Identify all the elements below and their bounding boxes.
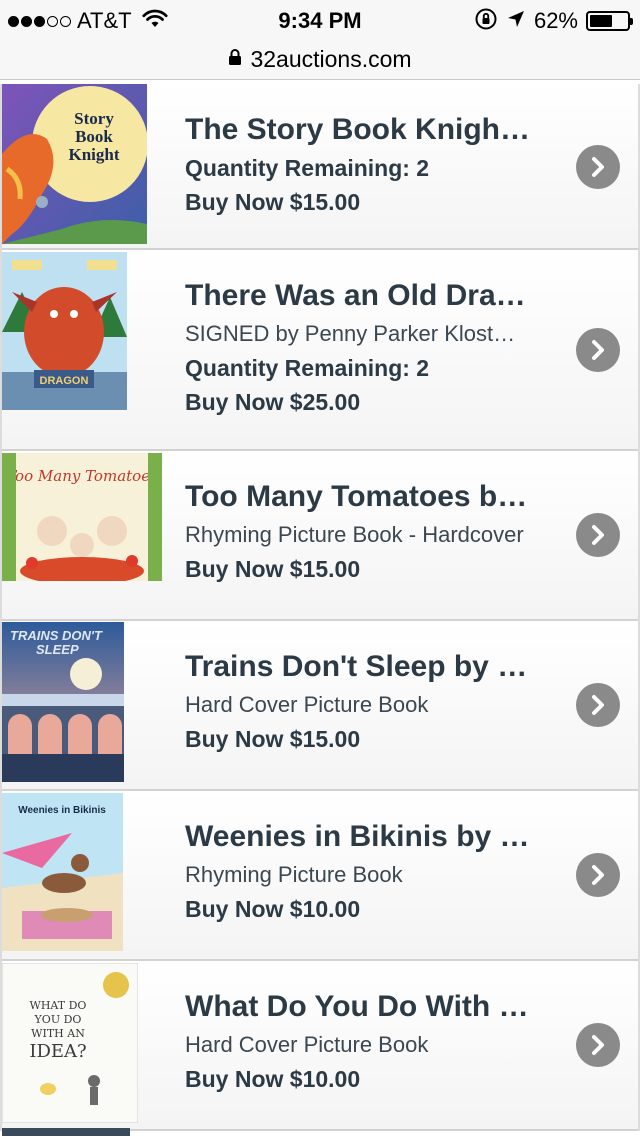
chevron-right-icon[interactable] (576, 1023, 620, 1067)
location-arrow-icon (506, 9, 526, 34)
list-item[interactable]: TRAINS DON'T SLEEP Trains Don't Sleep by… (2, 621, 638, 791)
item-subtitle: Rhyming Picture Book (185, 862, 403, 887)
svg-text:Story: Story (74, 109, 114, 128)
book-cover-image: Weenies in Bikinis (2, 793, 123, 956)
list-item[interactable]: Too Many Tomatoes Too Many Tomatoes b… R… (2, 451, 638, 621)
status-bar: AT&T 9:34 PM 62% (0, 0, 640, 40)
chevron-right-icon[interactable] (576, 328, 620, 372)
svg-text:Book: Book (75, 127, 113, 146)
chevron-right-icon[interactable] (576, 145, 620, 189)
item-title[interactable]: The Story Book Knigh… (185, 112, 556, 148)
battery-percentage: 62% (533, 8, 578, 33)
item-subtitle: Hard Cover Picture Book (185, 692, 429, 717)
item-title[interactable]: Trains Don't Sleep by … (185, 649, 556, 685)
svg-text:WHAT DO: WHAT DO (30, 999, 87, 1012)
book-cover-image: Story Book Knight (2, 84, 148, 249)
svg-text:IDEA?: IDEA? (29, 1041, 86, 1062)
quantity-remaining: Quantity Remaining: 2 (185, 155, 430, 181)
url-text[interactable]: 32auctions.com (250, 46, 411, 73)
chevron-right-icon[interactable] (576, 683, 620, 727)
buy-now-price: Buy Now $10.00 (185, 896, 361, 922)
list-item[interactable]: WHAT DO YOU DO WITH AN IDEA? What Do You… (1, 961, 638, 1131)
svg-text:YOU DO: YOU DO (34, 1013, 82, 1026)
chevron-right-icon[interactable] (576, 853, 620, 897)
orientation-lock-icon (474, 7, 498, 36)
lock-icon (228, 48, 242, 71)
list-item[interactable]: Story Book Knight The Story Book Knigh… … (2, 84, 638, 250)
buy-now-price: Buy Now $10.00 (185, 1066, 361, 1092)
item-title[interactable]: What Do You Do With … (185, 989, 556, 1025)
item-title[interactable]: There Was an Old Dra… (185, 278, 556, 314)
buy-now-price: Buy Now $15.00 (185, 189, 361, 215)
svg-text:Knight: Knight (68, 145, 119, 164)
list-item[interactable]: DRAGON There Was an Old Dra… SIGNED by P… (2, 250, 638, 451)
svg-text:SLEEP: SLEEP (36, 642, 79, 657)
item-title[interactable]: Too Many Tomatoes b… (185, 479, 556, 515)
item-subtitle: SIGNED by Penny Parker Klost… (185, 321, 516, 346)
item-subtitle: Rhyming Picture Book - Hardcover (185, 522, 524, 547)
chevron-right-icon[interactable] (576, 513, 620, 557)
svg-text:Weenies in Bikinis: Weenies in Bikinis (18, 805, 106, 816)
url-bar[interactable]: 32auctions.com (0, 40, 640, 80)
svg-text:DRAGON: DRAGON (40, 375, 89, 387)
svg-text:TRAINS DON'T: TRAINS DON'T (10, 628, 103, 643)
svg-text:Too Many Tomatoes: Too Many Tomatoes (6, 467, 158, 485)
book-cover-image: TRAINS DON'T SLEEP (2, 622, 124, 787)
next-item-thumbnail-peek (2, 1128, 130, 1136)
book-cover-image: Too Many Tomatoes (2, 453, 162, 586)
buy-now-price: Buy Now $15.00 (185, 556, 361, 582)
buy-now-price: Buy Now $25.00 (185, 389, 361, 415)
buy-now-price: Buy Now $15.00 (185, 726, 361, 752)
quantity-remaining: Quantity Remaining: 2 (185, 355, 430, 381)
svg-text:WITH AN: WITH AN (31, 1027, 85, 1040)
book-cover-image: DRAGON (2, 252, 127, 415)
auction-item-list: Story Book Knight The Story Book Knigh… … (0, 84, 640, 1131)
status-indicators: 62% (474, 7, 633, 36)
battery-icon (586, 11, 633, 31)
item-title[interactable]: Weenies in Bikinis by … (185, 819, 556, 855)
item-subtitle: Hard Cover Picture Book (185, 1032, 429, 1057)
book-cover-image: WHAT DO YOU DO WITH AN IDEA? (1, 962, 139, 1128)
list-item[interactable]: Weenies in Bikinis Weenies in Bikinis by… (2, 791, 638, 961)
